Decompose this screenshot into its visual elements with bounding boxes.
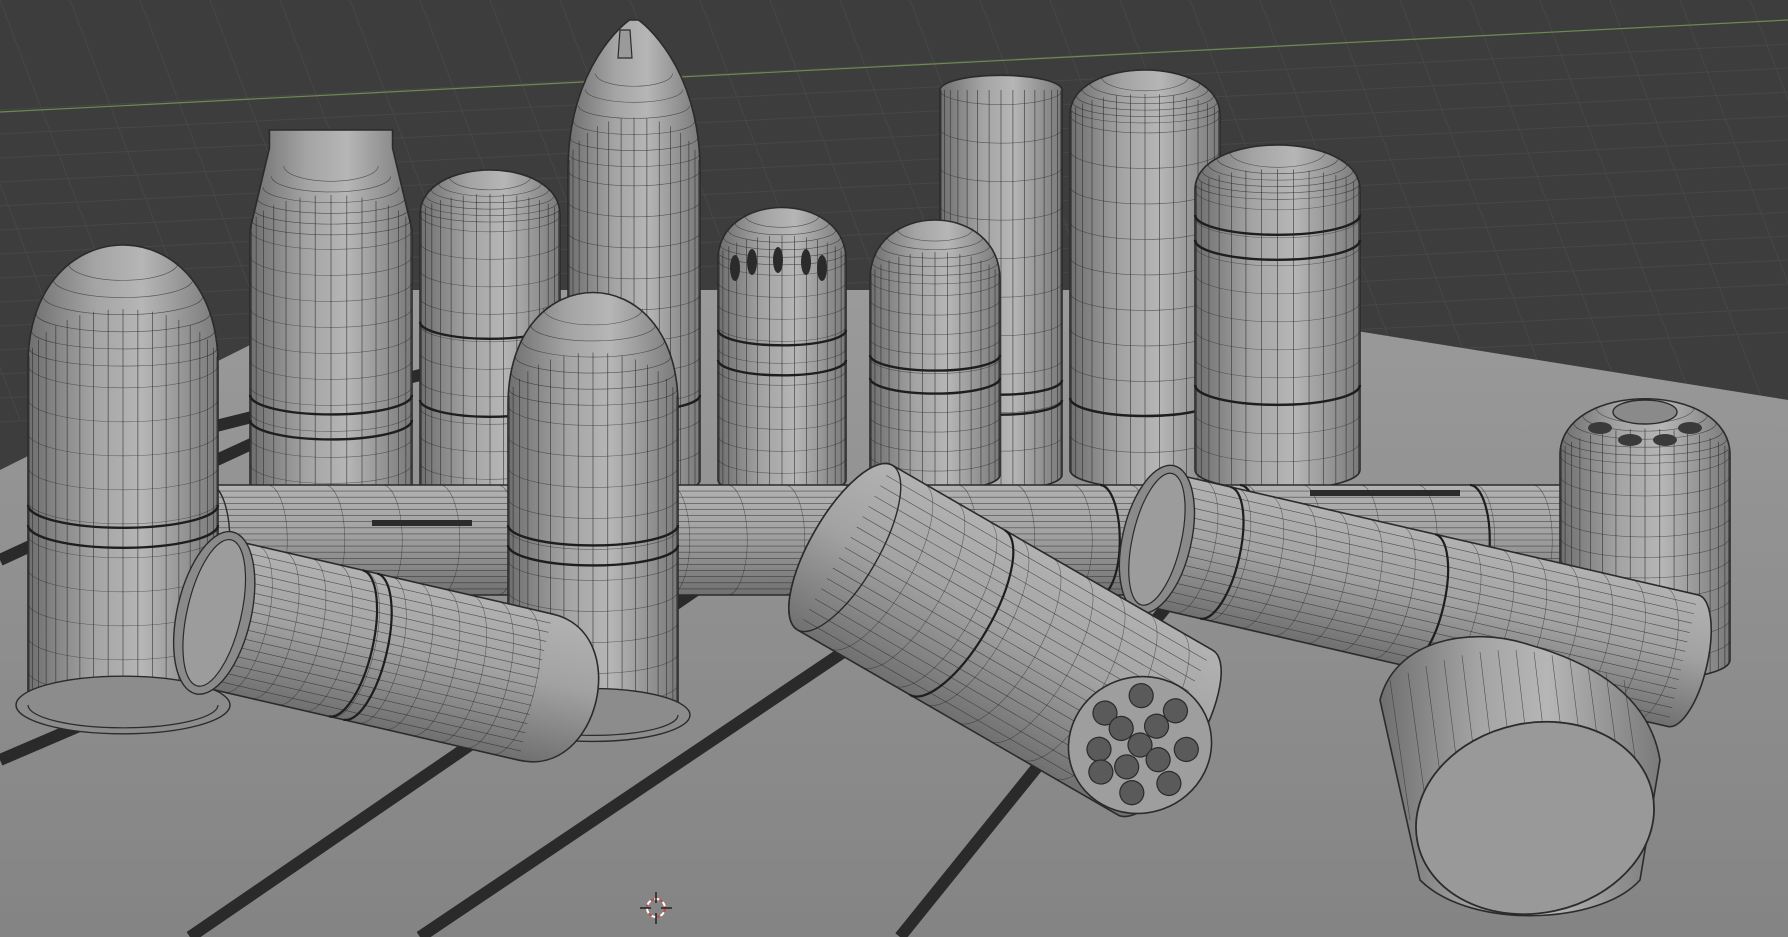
3d-viewport[interactable] [0, 0, 1788, 937]
vent-slot [817, 255, 827, 281]
ogive-tip-fuze [617, 29, 633, 59]
vent-slot [730, 255, 740, 281]
vent-slot [801, 249, 811, 275]
cluster-hole [1588, 422, 1612, 434]
bottleneck-round[interactable] [248, 129, 414, 511]
tube-slot [1310, 490, 1460, 496]
pointed-dome-round[interactable] [868, 219, 1002, 492]
banded-dome-round[interactable] [1193, 144, 1362, 491]
scene-canvas[interactable] [0, 0, 1788, 937]
vent-slot [773, 247, 783, 273]
cluster-hole [1678, 422, 1702, 434]
vent-slot [747, 249, 757, 275]
vented-dome-round[interactable] [716, 206, 848, 497]
cluster-hole [1653, 434, 1677, 446]
cluster-hole [1618, 434, 1642, 446]
tube-slot [372, 520, 472, 526]
